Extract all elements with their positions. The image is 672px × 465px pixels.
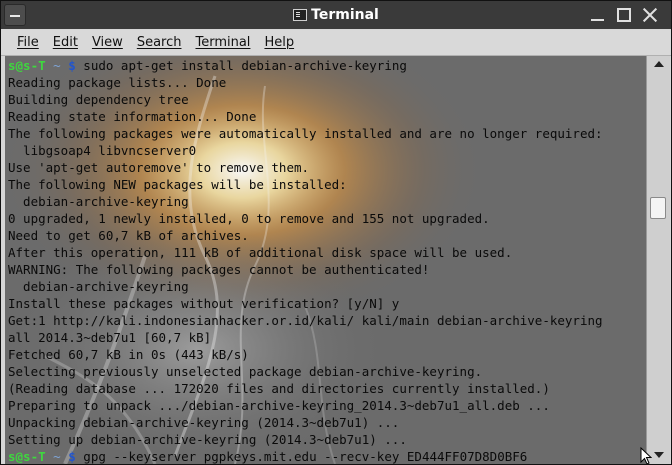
mouse-pointer-icon <box>640 447 652 464</box>
output-line: debian-archive-keyring <box>8 279 189 294</box>
terminal-window: Terminal File Edit View Search Terminal … <box>0 0 672 465</box>
arrow-down-icon[interactable] <box>654 452 664 458</box>
window-title: Terminal <box>311 7 379 23</box>
output-line: Get:1 http://kali.indonesianhacker.or.id… <box>8 313 603 328</box>
menu-view[interactable]: View <box>85 33 130 52</box>
menu-terminal[interactable]: Terminal <box>188 33 257 52</box>
output-line: After this operation, 111 kB of addition… <box>8 245 513 260</box>
output-line: all 2014.3~deb7u1 [60,7 kB] <box>8 330 212 345</box>
prompt-path: ~ <box>53 58 61 73</box>
menu-bar: File Edit View Search Terminal Help <box>1 30 671 56</box>
output-line: libgsoap4 libvncserver0 <box>8 143 197 158</box>
output-line: (Reading database ... 172020 files and d… <box>8 381 550 396</box>
terminal-output-area[interactable]: s@s-T ~ $ sudo apt-get install debian-ar… <box>5 56 646 464</box>
prompt-line: s@s-T ~ $ gpg --keyserver pgpkeys.mit.ed… <box>8 448 646 464</box>
menu-help[interactable]: Help <box>257 33 301 52</box>
output-line: Need to get 60,7 kB of archives. <box>8 228 249 243</box>
output-line: Unpacking debian-archive-keyring (2014.3… <box>8 415 400 430</box>
command-text: sudo apt-get install debian-archive-keyr… <box>83 58 407 73</box>
terminal-icon <box>293 9 308 21</box>
prompt-symbol: $ <box>68 449 76 464</box>
output-line: debian-archive-keyring <box>8 194 189 209</box>
output-line: Fetched 60,7 kB in 0s (443 kB/s) <box>8 347 249 362</box>
output-line: Reading state information... Done <box>8 109 257 124</box>
output-line: The following NEW packages will be insta… <box>8 177 347 192</box>
output-line: WARNING: The following packages cannot b… <box>8 262 430 277</box>
output-line: Building dependency tree <box>8 92 189 107</box>
menu-edit[interactable]: Edit <box>46 33 85 52</box>
command-text: gpg --keyserver pgpkeys.mit.edu --recv-k… <box>83 449 528 464</box>
output-line: Use 'apt-get autoremove' to remove them. <box>8 160 310 175</box>
prompt-user-host: s@s-T <box>8 449 46 464</box>
vertical-scrollbar[interactable] <box>646 56 670 464</box>
prompt-line: s@s-T ~ $ sudo apt-get install debian-ar… <box>8 57 646 74</box>
prompt-symbol: $ <box>68 58 76 73</box>
prompt-user-host: s@s-T <box>8 58 46 73</box>
maximize-icon[interactable] <box>614 5 634 25</box>
output-line: Preparing to unpack .../debian-archive-k… <box>8 398 550 413</box>
title-container: Terminal <box>1 1 671 29</box>
minimize-icon[interactable] <box>588 5 608 25</box>
terminal-text: s@s-T ~ $ sudo apt-get install debian-ar… <box>8 57 646 464</box>
output-line: Reading package lists... Done <box>8 75 227 90</box>
menu-file[interactable]: File <box>10 33 46 52</box>
scrollbar-thumb[interactable] <box>650 197 666 219</box>
prompt-path: ~ <box>53 449 61 464</box>
output-line: Selecting previously unselected package … <box>8 364 483 379</box>
menu-search[interactable]: Search <box>130 33 189 52</box>
output-line: Setting up debian-archive-keyring (2014.… <box>8 432 407 447</box>
output-line: Install these packages without verificat… <box>8 296 400 311</box>
output-line: 0 upgraded, 1 newly installed, 0 to remo… <box>8 211 490 226</box>
output-line: The following packages were automaticall… <box>8 126 603 141</box>
arrow-up-icon[interactable] <box>654 61 664 67</box>
close-icon[interactable] <box>640 5 660 25</box>
title-bar[interactable]: Terminal <box>1 1 671 29</box>
